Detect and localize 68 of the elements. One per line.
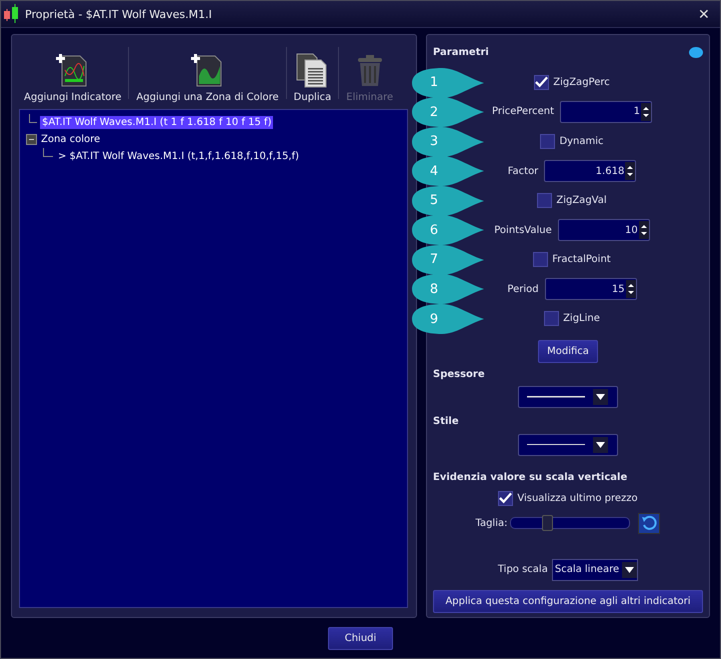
section-title: Evidenzia valore su scala verticale <box>433 472 628 483</box>
checkbox[interactable] <box>544 311 560 326</box>
number-callout: 1 <box>412 68 484 98</box>
number-callout: 6 <box>412 215 484 246</box>
line-sample-icon <box>527 444 585 446</box>
toolbar-button[interactable]: Aggiungi una Zona di Colore <box>131 52 284 103</box>
close-button[interactable]: ✕ <box>694 6 714 22</box>
slider-thumb[interactable] <box>542 515 553 532</box>
number-field[interactable]: 10 <box>558 219 650 242</box>
number-callout: 5 <box>412 186 484 216</box>
style-dropdown[interactable] <box>518 434 618 456</box>
speech-bubble-icon[interactable] <box>689 46 703 59</box>
caret-icon <box>596 394 605 400</box>
reset-button[interactable] <box>638 512 660 534</box>
tree-item[interactable]: $AT.IT Wolf Waves.M1.I (t 1 f 1.618 f 10 f 15 f) <box>40 116 274 129</box>
spin-arrows-icon[interactable] <box>627 164 634 178</box>
number-callout: 2 <box>412 97 484 128</box>
undo-icon <box>641 515 658 532</box>
checkbox[interactable] <box>537 193 552 208</box>
tree-line <box>43 148 53 157</box>
field-label: PointsValue <box>494 224 552 236</box>
number-callout: 8 <box>412 274 484 304</box>
number-callout: 4 <box>412 156 484 186</box>
collapse-icon[interactable] <box>26 134 37 145</box>
scale-dropdown[interactable]: Scala lineare <box>552 558 638 581</box>
number-field[interactable]: 1 <box>560 100 652 123</box>
field-label: Factor <box>508 166 538 177</box>
modify-button[interactable]: Modifica <box>538 340 598 363</box>
tree-item[interactable]: Zona colore <box>39 133 102 146</box>
checkbox-label: Dynamic <box>559 136 604 148</box>
checkbox-label: ZigZagVal <box>556 195 607 206</box>
number-callout: 3 <box>412 126 484 157</box>
checkbox[interactable] <box>533 252 548 268</box>
toolbar-button[interactable]: Aggiungi Indicatore <box>19 52 126 103</box>
slider-label: Taglia: <box>476 518 508 529</box>
window-title: Proprietà - $AT.IT Wolf Waves.M1.I <box>25 8 213 20</box>
checkbox-label: ZigZagPerc <box>553 76 610 88</box>
field-label: Period <box>507 284 539 295</box>
apply-button[interactable]: Applica questa configurazione agli altri indicatori <box>433 590 703 613</box>
checkbox[interactable] <box>540 134 556 150</box>
checkbox[interactable] <box>498 490 514 506</box>
spin-arrows-icon[interactable] <box>643 104 650 119</box>
caret-icon <box>596 442 605 448</box>
field-label: PricePercent <box>492 106 554 118</box>
section-title: Spessore <box>433 369 485 380</box>
field-label: Tipo scala <box>498 564 548 576</box>
caret-icon <box>625 566 634 573</box>
line-sample-icon <box>527 396 585 398</box>
candlestick-icon <box>3 4 21 24</box>
checkbox[interactable] <box>534 74 550 90</box>
checkbox-label: Visualizza ultimo prezzo <box>517 492 638 504</box>
checkbox-label: FractalPoint <box>552 254 611 266</box>
section-title: Stile <box>433 416 459 428</box>
number-field[interactable]: 1.618 <box>544 160 636 182</box>
number-callout: 9 <box>412 304 484 334</box>
spin-arrows-icon[interactable] <box>640 223 647 238</box>
number-callout: 7 <box>412 244 484 275</box>
thickness-dropdown[interactable] <box>518 386 618 408</box>
tree-line <box>29 114 37 123</box>
checkbox-label: ZigLine <box>563 313 600 324</box>
tree-item[interactable]: > $AT.IT Wolf Waves.M1.I (t,1,f,1.618,f,10,f,15,f) <box>56 150 302 163</box>
number-field[interactable]: 15 <box>544 278 637 300</box>
section-title: Parametri <box>433 47 489 58</box>
size-slider[interactable] <box>510 517 630 530</box>
toolbar-button[interactable]: Duplica <box>288 52 336 103</box>
copy-icon <box>295 52 330 88</box>
spin-arrows-icon[interactable] <box>628 282 634 296</box>
close-button[interactable]: Chiudi <box>328 627 394 650</box>
